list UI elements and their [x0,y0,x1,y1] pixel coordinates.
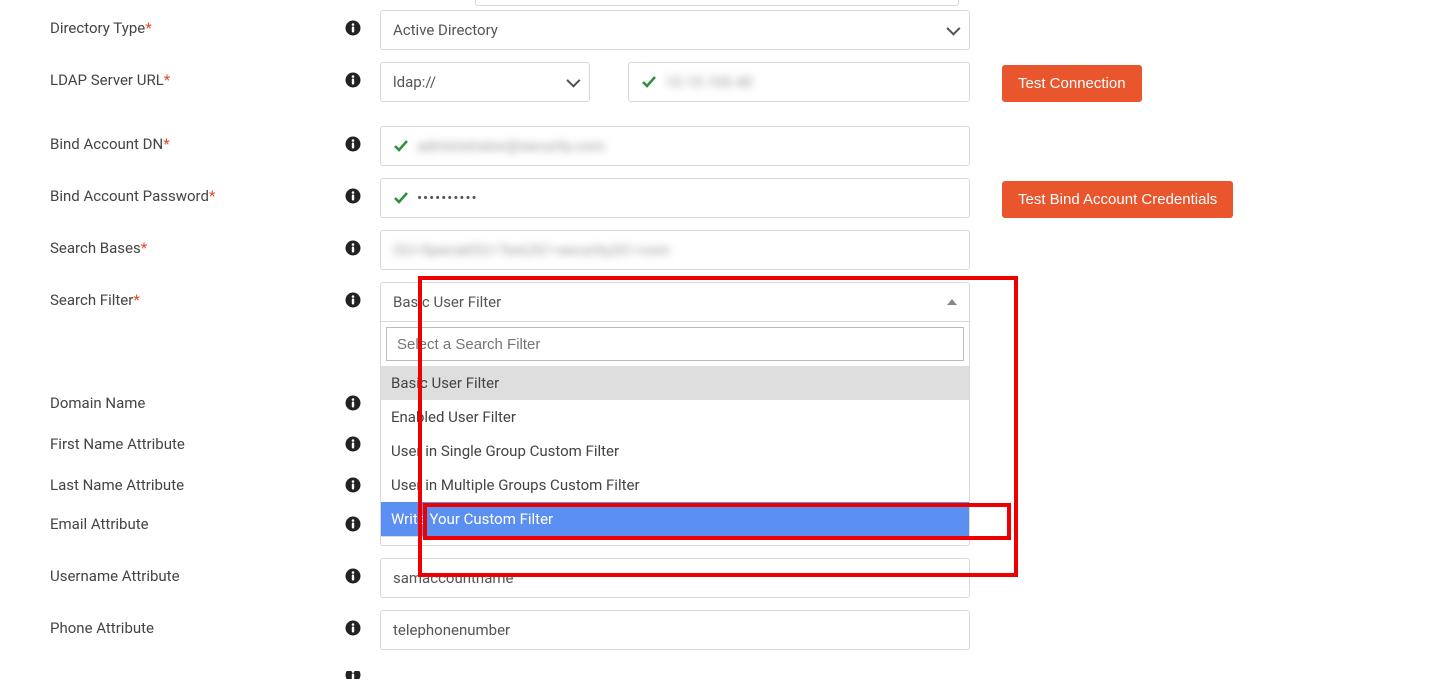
row-partial-bottom [50,662,1384,679]
info-icon[interactable] [344,19,362,37]
check-icon [393,138,409,154]
check-icon [641,74,657,90]
bind-dn-input[interactable]: administrator@security.com [380,126,970,166]
label-search-bases: Search Bases* [50,239,147,257]
info-icon[interactable] [344,435,362,453]
row-bind-password: Bind Account Password* •••••••••• Test B… [50,178,1384,218]
label-ldap-url: LDAP Server URL* [50,71,170,89]
ldap-scheme-select[interactable]: ldap:// [380,62,590,102]
dropdown-option[interactable]: User in Multiple Groups Custom Filter [381,468,969,502]
label-lastname-attr: Last Name Attribute [50,476,184,494]
label-email-attr: Email Attribute [50,515,149,533]
info-icon[interactable] [344,671,362,679]
check-icon [393,190,409,206]
row-phone-attr: Phone Attribute telephonenumber [50,610,1384,650]
info-icon[interactable] [344,619,362,637]
dropdown-panel: Basic User Filter Enabled User Filter Us… [380,322,970,537]
ldap-server-input[interactable]: 10.10.100.40 [628,62,970,102]
label-username-attr: Username Attribute [50,567,180,585]
test-connection-button[interactable]: Test Connection [1002,65,1142,102]
dropdown-selected[interactable]: Basic User Filter [380,282,970,322]
partial-input-top [475,0,959,6]
info-icon[interactable] [344,187,362,205]
info-icon[interactable] [344,71,362,89]
info-icon[interactable] [344,476,362,494]
row-username-attr: Username Attribute samaccountname [50,558,1384,598]
dropdown-option[interactable]: Write Your Custom Filter [381,502,969,536]
label-search-filter: Search Filter* [50,291,140,309]
info-icon[interactable] [344,567,362,585]
label-firstname-attr: First Name Attribute [50,435,185,453]
row-bind-dn: Bind Account DN* administrator@security.… [50,126,1384,166]
label-directory-type: Directory Type* [50,19,152,37]
test-bind-button[interactable]: Test Bind Account Credentials [1002,181,1233,218]
search-filter-dropdown[interactable]: Basic User Filter Basic User Filter Enab… [380,282,970,537]
row-ldap-url: LDAP Server URL* ldap:// 10.10.100.40 Te… [50,62,1384,102]
phone-attr-input[interactable]: telephonenumber [380,610,970,650]
dropdown-option[interactable]: Enabled User Filter [381,400,969,434]
row-search-bases: Search Bases* OU=SpecialOU=Test,DC=secur… [50,230,1384,270]
triangle-up-icon [947,299,957,305]
label-phone-attr: Phone Attribute [50,619,154,637]
dropdown-option[interactable]: Basic User Filter [381,366,969,400]
dropdown-search-input[interactable] [386,327,964,361]
username-attr-input[interactable]: samaccountname [380,558,970,598]
chevron-down-icon [947,21,957,39]
label-bind-dn: Bind Account DN* [50,135,170,153]
info-icon[interactable] [344,135,362,153]
info-icon[interactable] [344,291,362,309]
chevron-down-icon [567,73,577,91]
info-icon[interactable] [344,239,362,257]
info-icon[interactable] [344,394,362,412]
row-directory-type: Directory Type* Active Directory [50,10,1384,50]
dropdown-option[interactable]: User in Single Group Custom Filter [381,434,969,468]
label-domain-name: Domain Name [50,394,145,412]
label-bind-password: Bind Account Password* [50,187,215,205]
search-bases-input[interactable]: OU=SpecialOU=Test,DC=security,DC=com [380,230,970,270]
directory-type-select[interactable]: Active Directory [380,10,970,50]
info-icon[interactable] [344,515,362,533]
bind-password-input[interactable]: •••••••••• [380,178,970,218]
